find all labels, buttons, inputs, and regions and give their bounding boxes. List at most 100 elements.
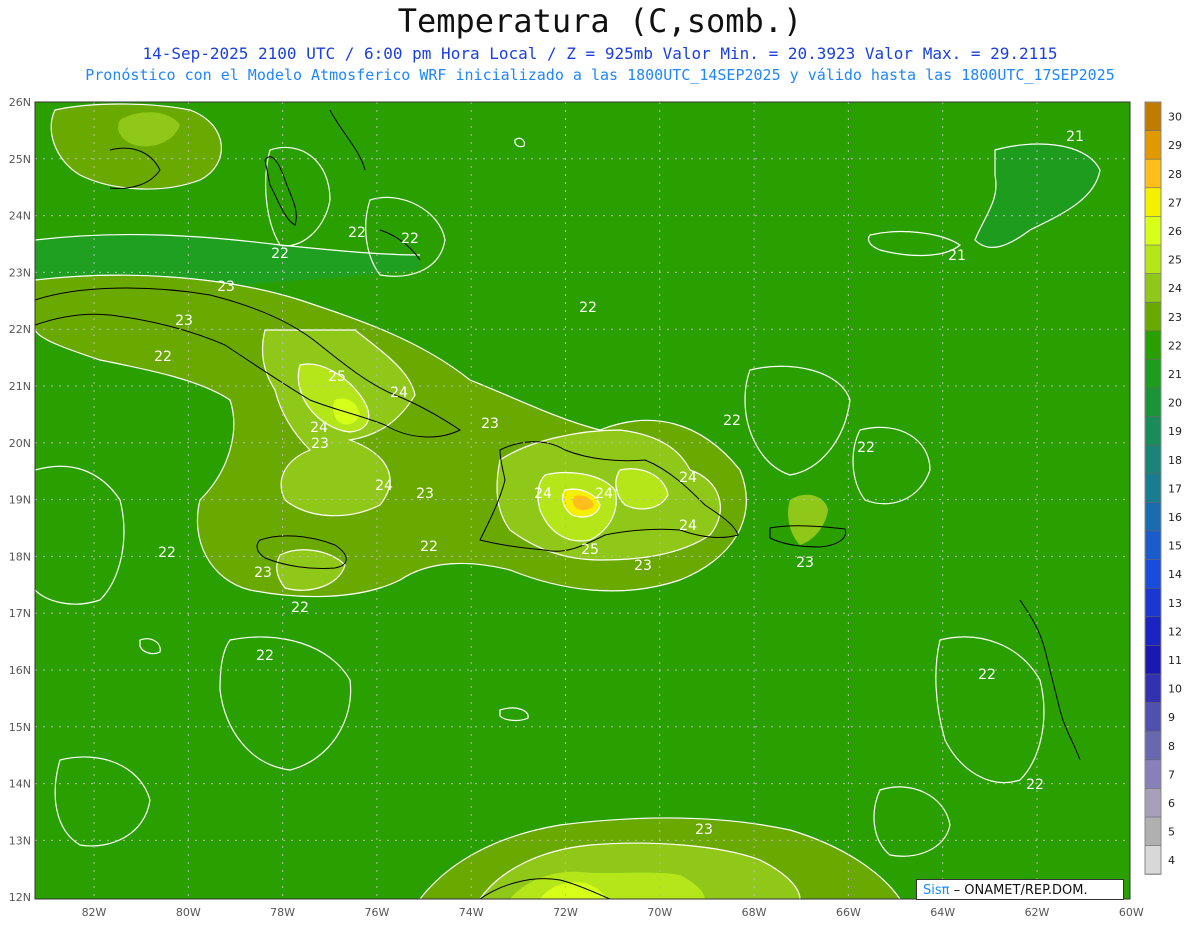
contour-label: 22: [158, 545, 176, 561]
contour-label: 21: [948, 248, 966, 264]
colorbar-swatch: [1145, 559, 1161, 589]
contour-label: 23: [796, 555, 814, 571]
contour-label: 22: [978, 667, 996, 683]
credit-badge: Sisπ – ONAMET/REP.DOM.: [916, 879, 1124, 900]
colorbar-swatch: [1145, 702, 1161, 732]
contour-label: 23: [175, 313, 193, 329]
contour-label: 22: [348, 225, 366, 241]
lat-tick-label: 12N: [9, 891, 31, 904]
lon-tick-label: 70W: [647, 906, 672, 919]
contour-label: 22: [401, 231, 419, 247]
lon-tick-label: 62W: [1025, 906, 1050, 919]
lon-tick-label: 82W: [82, 906, 107, 919]
colorbar-label: 19: [1168, 425, 1182, 438]
temperature-field: [35, 102, 1130, 899]
lon-tick-label: 66W: [836, 906, 861, 919]
contour-label: 22: [291, 600, 309, 616]
colorbar-swatch: [1145, 445, 1161, 474]
colorbar-label: 21: [1168, 368, 1182, 381]
contour-label: 22: [256, 648, 274, 664]
lat-tick-label: 16N: [9, 664, 31, 677]
colorbar-label: 20: [1168, 397, 1182, 410]
contour-label: 23: [254, 565, 272, 581]
colorbar-swatch: [1145, 187, 1161, 217]
credit-text: – ONAMET/REP.DOM.: [949, 883, 1088, 898]
contour-label: 23: [695, 822, 713, 838]
colorbar-label: 26: [1168, 225, 1182, 238]
lat-tick-label: 13N: [9, 834, 31, 847]
colorbar-label: 13: [1168, 597, 1182, 610]
colorbar-swatch: [1145, 416, 1161, 446]
contour-label: 24: [679, 470, 697, 486]
colorbar-swatch: [1145, 102, 1161, 131]
lon-tick-label: 78W: [270, 906, 295, 919]
lon-tick-label: 74W: [459, 906, 484, 919]
lon-tick-label: 64W: [930, 906, 955, 919]
contour-label: 22: [723, 413, 741, 429]
colorbar-label: 16: [1168, 511, 1182, 524]
colorbar-swatch: [1145, 845, 1161, 875]
lat-tick-label: 24N: [9, 210, 31, 223]
lat-tick-label: 25N: [9, 153, 31, 166]
colorbar-label: 27: [1168, 196, 1182, 209]
lon-tick-label: 60W: [1119, 906, 1144, 919]
colorbar-label: 30: [1168, 111, 1182, 124]
colorbar-label: 10: [1168, 683, 1182, 696]
colorbar-swatch: [1145, 759, 1161, 789]
lat-tick-label: 18N: [9, 550, 31, 563]
colorbar-label: 24: [1168, 282, 1182, 295]
contour-label: 23: [311, 436, 329, 452]
colorbar-label: 17: [1168, 482, 1182, 495]
colorbar-swatch: [1145, 817, 1161, 846]
contour-label: 22: [857, 440, 875, 456]
colorbar-swatch: [1145, 302, 1161, 331]
colorbar-swatch: [1145, 245, 1161, 274]
contour-label: 24: [595, 486, 613, 502]
contour-label: 24: [375, 478, 393, 494]
contour-label: 22: [579, 300, 597, 316]
contour-label: 23: [217, 279, 235, 295]
lat-tick-label: 14N: [9, 778, 31, 791]
colorbar-label: 23: [1168, 311, 1182, 324]
colorbar-label: 29: [1168, 139, 1182, 152]
colorbar-swatch: [1145, 788, 1161, 817]
colorbar-label: 25: [1168, 254, 1182, 267]
colorbar-swatch: [1145, 674, 1161, 703]
colorbar-swatch: [1145, 359, 1161, 388]
lat-tick-label: 21N: [9, 380, 31, 393]
lat-tick-label: 22N: [9, 323, 31, 336]
colorbar-label: 15: [1168, 540, 1182, 553]
colorbar-label: 9: [1168, 711, 1175, 724]
colorbar-swatch: [1145, 330, 1161, 360]
contour-label: 22: [1026, 777, 1044, 793]
lon-tick-label: 68W: [742, 906, 767, 919]
colorbar-swatch: [1145, 273, 1161, 303]
contour-label: 24: [679, 518, 697, 534]
colorbar: 30 29 28 27 26 25 24 23 22 21 20 19 18 17 16 15 14 13 12 11…: [1144, 101, 1182, 875]
contour-label: 24: [534, 486, 552, 502]
colorbar-swatch: [1145, 216, 1161, 245]
lat-tick-label: 17N: [9, 607, 31, 620]
contour-label: 23: [634, 558, 652, 574]
contour-label: 25: [581, 542, 599, 558]
colorbar-label: 28: [1168, 168, 1182, 181]
colorbar-swatch: [1145, 531, 1161, 560]
lat-tick-label: 20N: [9, 437, 31, 450]
colorbar-label: 6: [1168, 797, 1175, 810]
colorbar-swatch: [1145, 502, 1161, 531]
colorbar-swatch: [1145, 588, 1161, 617]
colorbar-label: 22: [1168, 339, 1182, 352]
colorbar-swatch: [1145, 159, 1161, 188]
temperature-map: 82W 80W 78W 76W 74W 72W 70W 68W 66W 64W 62W 60W 26N 2…: [9, 96, 1182, 919]
lat-tick-label: 15N: [9, 721, 31, 734]
colorbar-swatch: [1145, 130, 1161, 160]
credit-brand: Sisπ: [923, 883, 950, 898]
contour-label: 24: [310, 420, 328, 436]
colorbar-label: 8: [1168, 740, 1175, 753]
contour-label: 24: [390, 385, 408, 401]
lat-tick-label: 23N: [9, 266, 31, 279]
lat-tick-label: 26N: [9, 96, 31, 109]
lon-tick-label: 72W: [553, 906, 578, 919]
contour-label: 22: [420, 539, 438, 555]
colorbar-label: 4: [1168, 854, 1175, 867]
